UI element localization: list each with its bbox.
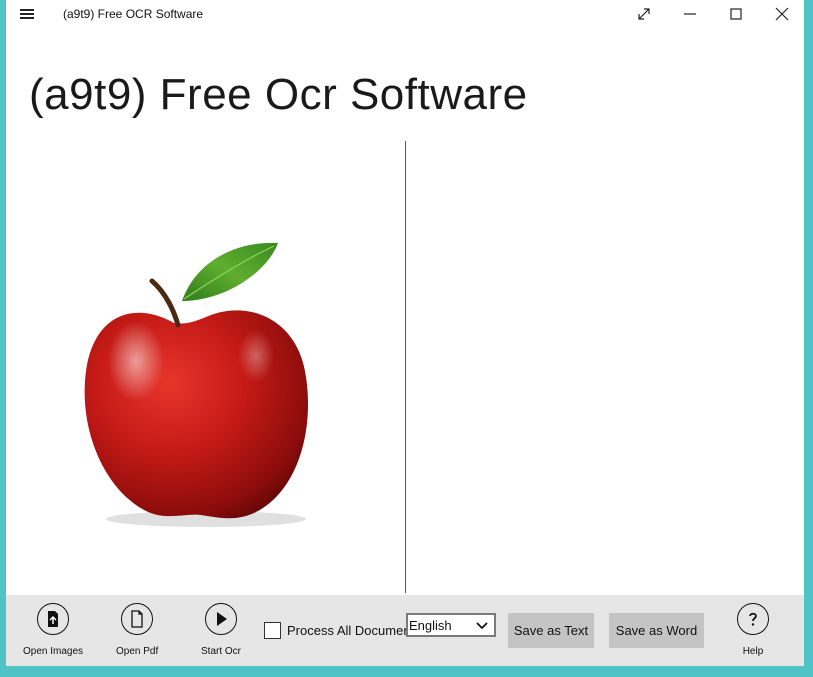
start-ocr-label: Start Ocr [201,646,242,657]
ocr-result-pane[interactable] [406,141,804,593]
help-button[interactable]: Help [737,603,769,657]
close-button[interactable] [759,0,804,28]
open-images-circle [37,603,70,635]
open-images-label: Open Images [23,646,84,657]
fullscreen-button[interactable] [621,0,667,28]
open-pdf-label: Open Pdf [116,646,159,657]
save-as-text-button[interactable]: Save as Text [508,613,594,648]
help-label: Help [742,646,764,657]
file-upload-icon [48,611,59,627]
process-all-checkbox[interactable] [264,622,281,639]
process-all-label: Process All Documents [287,623,421,638]
save-as-word-button[interactable]: Save as Word [609,613,704,648]
apple-image [84,242,308,527]
start-ocr-circle [205,603,237,635]
open-pdf-button[interactable]: Open Pdf [116,603,158,657]
hamburger-menu-icon[interactable] [20,8,34,20]
chevron-down-icon [476,622,488,630]
help-circle [737,603,769,635]
title-bar: (a9t9) Free OCR Software [6,0,804,28]
document-icon [131,610,143,628]
maximize-button[interactable] [713,0,759,28]
language-select[interactable]: English [406,613,496,637]
minimize-button[interactable] [667,0,713,28]
play-icon [217,612,227,626]
minimize-icon [684,13,696,15]
close-icon [775,7,789,21]
maximize-icon [730,8,742,20]
help-icon [749,612,757,626]
image-preview-pane [6,141,405,593]
app-window: (a9t9) Free OCR Software (a9t9) Free Ocr… [6,0,804,666]
expand-icon [638,8,650,20]
command-bar: Open Images Open Pdf Start Ocr Process A… [6,595,804,666]
open-images-button[interactable]: Open Images [23,603,83,657]
window-title: (a9t9) Free OCR Software [63,7,204,21]
start-ocr-button[interactable]: Start Ocr [201,603,241,657]
open-pdf-circle [121,603,154,635]
language-selected-value: English [409,618,452,633]
page-title: (a9t9) Free Ocr Software [29,70,528,119]
